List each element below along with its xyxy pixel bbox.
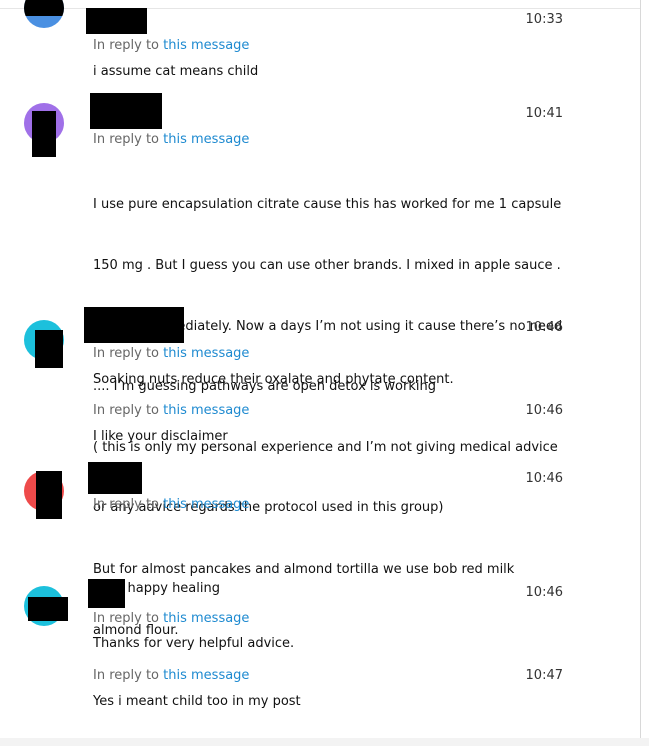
reply-link[interactable]: this message [163, 132, 249, 147]
reply-link[interactable]: this message [163, 403, 249, 418]
message-timestamp: 10:46 [525, 320, 563, 335]
redacted-avatar-block [28, 597, 68, 621]
reply-reference: In reply to this message [93, 403, 249, 418]
reply-reference: In reply to this message [93, 38, 249, 53]
message-line: 150 mg . But I guess you can use other b… [93, 258, 561, 274]
redacted-avatar-block [24, 0, 64, 16]
message-text: Soaking nuts reduce their oxalate and ph… [93, 372, 454, 387]
redacted-sender-name[interactable] [90, 93, 162, 129]
message-line: I use pure encapsulation citrate cause t… [93, 197, 562, 213]
window-bottom-edge [0, 738, 649, 746]
reply-reference: In reply to this message [93, 668, 249, 683]
reply-prefix: In reply to [93, 611, 160, 626]
redacted-avatar-block [35, 330, 63, 368]
window-right-edge [640, 0, 641, 746]
redacted-sender-name[interactable] [88, 579, 125, 608]
reply-reference: In reply to this message [93, 497, 249, 512]
reply-prefix: In reply to [93, 497, 160, 512]
reply-link[interactable]: this message [163, 497, 249, 512]
reply-prefix: In reply to [93, 346, 160, 361]
message-text: I like your disclaimer [93, 429, 228, 444]
message-line: But for almost pancakes and almond torti… [93, 562, 515, 578]
reply-prefix: In reply to [93, 132, 160, 147]
reply-link[interactable]: this message [163, 668, 249, 683]
reply-link[interactable]: this message [163, 611, 249, 626]
reply-prefix: In reply to [93, 38, 160, 53]
message-timestamp: 10:46 [525, 471, 563, 486]
reply-link[interactable]: this message [163, 38, 249, 53]
message-text: Yes i meant child too in my post [93, 694, 301, 709]
avatar[interactable] [24, 0, 64, 28]
redacted-sender-name[interactable] [86, 8, 147, 34]
reply-reference: In reply to this message [93, 132, 249, 147]
reply-prefix: In reply to [93, 668, 160, 683]
reply-prefix: In reply to [93, 403, 160, 418]
reply-reference: In reply to this message [93, 346, 249, 361]
reply-reference: In reply to this message [93, 611, 249, 626]
redacted-sender-name[interactable] [84, 307, 184, 343]
message-timestamp: 10:33 [525, 12, 563, 27]
redacted-sender-name[interactable] [88, 462, 142, 494]
reply-link[interactable]: this message [163, 346, 249, 361]
message-timestamp: 10:41 [525, 106, 563, 121]
message-timestamp: 10:46 [525, 403, 563, 418]
message-text: Thanks for very helpful advice. [93, 636, 295, 651]
message-timestamp: 10:46 [525, 585, 563, 600]
message-text: i assume cat means child [93, 64, 259, 79]
redacted-avatar-block [36, 471, 62, 519]
message-timestamp: 10:47 [525, 668, 563, 683]
redacted-avatar-block [32, 111, 56, 157]
